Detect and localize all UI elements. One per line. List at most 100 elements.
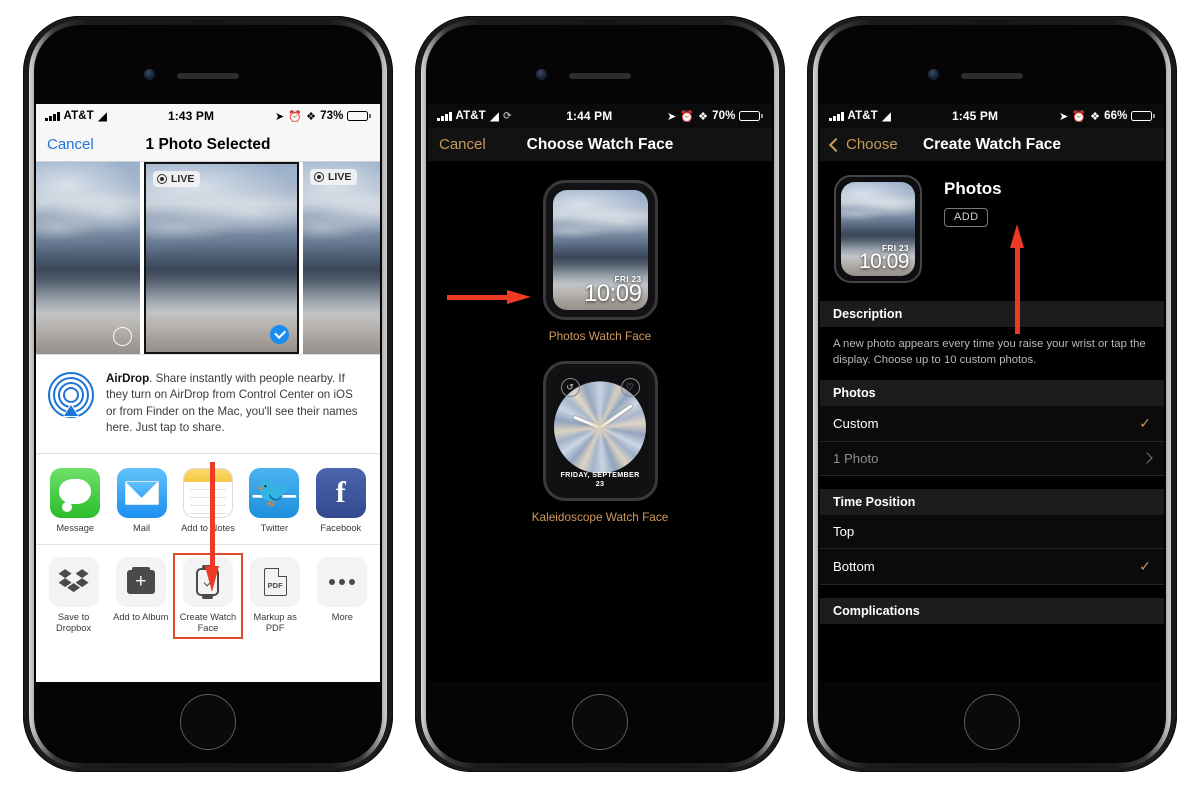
photo-image xyxy=(303,162,380,354)
share-target-twitter[interactable]: ⸺ 🐦 Twitter xyxy=(243,467,305,534)
earpiece-speaker xyxy=(569,73,631,79)
row-photo-count[interactable]: 1 Photo xyxy=(820,441,1164,476)
wifi-icon: ◢ xyxy=(97,109,108,123)
more-icon xyxy=(317,557,368,608)
checkmark-icon: ✓ xyxy=(1139,414,1151,431)
cancel-button[interactable]: Cancel xyxy=(439,136,486,153)
carrier-label: AT&T xyxy=(63,110,94,122)
wifi-icon: ◢ xyxy=(489,109,500,123)
battery-icon xyxy=(1131,111,1155,121)
photo-thumbnail[interactable] xyxy=(36,162,140,354)
add-to-album-icon xyxy=(115,557,166,608)
share-app-row: Message Mail Add to Notes ⸺ 🐦 Twitter f … xyxy=(36,452,380,545)
choose-watch-face-screen: AT&T ◢ ⟳ 1:44 PM ➤ ⏰ ❖ 70% Cancel Choose… xyxy=(428,104,772,682)
heart-complication-icon: ♡ xyxy=(620,378,640,397)
share-target-message[interactable]: Message xyxy=(44,467,106,534)
row-time-bottom[interactable]: Bottom ✓ xyxy=(820,548,1164,585)
section-header-complications: Complications xyxy=(820,597,1164,624)
photo-select-circle-checked[interactable] xyxy=(270,325,289,344)
watch-face-preview-row: FRI 23 10:09 Photos ADD xyxy=(820,161,1164,301)
status-clock: 1:45 PM xyxy=(952,109,999,123)
earpiece-speaker xyxy=(961,73,1023,79)
watch-time-block: FRI 23 10:09 xyxy=(584,275,642,306)
signal-bars-icon xyxy=(829,111,844,121)
action-label: Save to Dropbox xyxy=(56,612,92,634)
status-right-2: ➤ ⏰ ❖ 70% xyxy=(667,110,763,123)
row-label: Top xyxy=(833,523,855,539)
bluetooth-icon: ❖ xyxy=(698,110,709,123)
screenshot-stage: AT&T ◢ 1:43 PM ➤ ⏰ ❖ 73% Cancel 1 Photo … xyxy=(0,0,1200,788)
photo-thumbnail[interactable]: LIVE xyxy=(303,162,380,354)
location-arrow-icon: ➤ xyxy=(666,110,677,123)
watch-face-preview: ↺ ♡ FRIDAY, SEPTEMBER 23 xyxy=(552,371,648,491)
activity-complication-icon: ↺ xyxy=(560,378,580,397)
share-action-row: Save to Dropbox Add to Album Create Watc… xyxy=(36,544,380,643)
watch-face-preview: FRI 23 10:09 xyxy=(841,182,915,276)
row-label: Custom xyxy=(833,415,879,431)
action-more[interactable]: More xyxy=(311,557,373,623)
phone-3: AT&T ◢ 1:45 PM ➤ ⏰ ❖ 66% Choose Create W… xyxy=(807,16,1177,772)
status-bar-2: AT&T ◢ ⟳ 1:44 PM ➤ ⏰ ❖ 70% xyxy=(428,104,772,128)
status-clock: 1:43 PM xyxy=(168,109,215,123)
live-label: LIVE xyxy=(171,173,195,185)
add-button[interactable]: ADD xyxy=(944,207,989,227)
battery-icon xyxy=(347,111,371,121)
alarm-icon: ⏰ xyxy=(680,110,695,123)
status-right-1: ➤ ⏰ ❖ 73% xyxy=(275,110,371,123)
status-bar-1: AT&T ◢ 1:43 PM ➤ ⏰ ❖ 73% xyxy=(36,104,380,128)
share-sheet: AT&T ◢ 1:43 PM ➤ ⏰ ❖ 73% Cancel 1 Photo … xyxy=(36,104,380,682)
watch-time: 10:09 xyxy=(583,280,642,307)
cancel-button[interactable]: Cancel xyxy=(47,136,94,153)
alarm-icon: ⏰ xyxy=(1072,110,1087,123)
chevron-left-icon xyxy=(828,137,844,152)
watch-time-block: FRI 23 10:09 xyxy=(859,244,910,272)
home-button[interactable] xyxy=(572,694,628,750)
action-label: More xyxy=(331,612,353,623)
share-target-notes[interactable]: Add to Notes xyxy=(177,467,239,534)
preview-meta: Photos ADD xyxy=(944,175,1002,227)
row-custom[interactable]: Custom ✓ xyxy=(820,405,1164,442)
facebook-icon: f xyxy=(315,467,366,518)
share-target-facebook[interactable]: f Facebook xyxy=(310,467,372,534)
front-camera-icon xyxy=(928,69,939,80)
action-add-to-album[interactable]: Add to Album xyxy=(110,557,172,623)
location-arrow-icon: ➤ xyxy=(1058,110,1069,123)
section-header-photos: Photos xyxy=(820,379,1164,406)
phone-1-screen: AT&T ◢ 1:43 PM ➤ ⏰ ❖ 73% Cancel 1 Photo … xyxy=(36,104,380,682)
status-left-2: AT&T ◢ ⟳ xyxy=(437,109,512,123)
action-label: Add to Album xyxy=(113,612,169,623)
mail-icon xyxy=(116,467,167,518)
photo-select-circle[interactable] xyxy=(113,327,132,346)
action-label: Create Watch Face xyxy=(179,612,237,634)
photos-watch-face-option[interactable]: FRI 23 10:09 Photos Watch Face xyxy=(428,161,772,343)
dropbox-icon xyxy=(48,557,99,608)
minute-hand xyxy=(599,404,632,429)
photo-thumbnail-selected[interactable]: LIVE xyxy=(144,162,299,354)
bluetooth-icon: ❖ xyxy=(306,110,317,123)
create-watch-face-screen: AT&T ◢ 1:45 PM ➤ ⏰ ❖ 66% Choose Create W… xyxy=(820,104,1164,682)
photo-image xyxy=(146,164,297,352)
front-camera-icon xyxy=(144,69,155,80)
alarm-icon: ⏰ xyxy=(288,110,303,123)
checkmark-icon: ✓ xyxy=(1139,557,1151,574)
back-choose-button[interactable]: Choose xyxy=(828,136,898,153)
kaleidoscope-watch-face-option[interactable]: ↺ ♡ FRIDAY, SEPTEMBER 23 Kaleidoscope Wa… xyxy=(428,343,772,524)
watch-face-preview: FRI 23 10:09 xyxy=(552,190,648,310)
battery-percent: 70% xyxy=(712,110,736,122)
action-create-watch-face[interactable]: Create Watch Face xyxy=(172,553,243,639)
front-camera-icon xyxy=(536,69,547,80)
status-bar-3: AT&T ◢ 1:45 PM ➤ ⏰ ❖ 66% xyxy=(820,104,1164,128)
status-right-3: ➤ ⏰ ❖ 66% xyxy=(1059,110,1155,123)
live-photo-badge: LIVE xyxy=(153,171,201,187)
home-button[interactable] xyxy=(964,694,1020,750)
action-save-to-dropbox[interactable]: Save to Dropbox xyxy=(43,557,105,635)
carrier-label: AT&T xyxy=(847,110,878,122)
phone-1: AT&T ◢ 1:43 PM ➤ ⏰ ❖ 73% Cancel 1 Photo … xyxy=(23,16,393,772)
battery-percent: 73% xyxy=(320,110,344,122)
row-time-top[interactable]: Top xyxy=(820,514,1164,549)
airdrop-description: AirDrop. Share instantly with people nea… xyxy=(106,371,366,437)
live-photo-icon xyxy=(314,172,324,182)
home-button[interactable] xyxy=(180,694,236,750)
share-target-mail[interactable]: Mail xyxy=(111,467,173,534)
action-markup-as-pdf[interactable]: PDF Markup as PDF xyxy=(244,557,306,635)
